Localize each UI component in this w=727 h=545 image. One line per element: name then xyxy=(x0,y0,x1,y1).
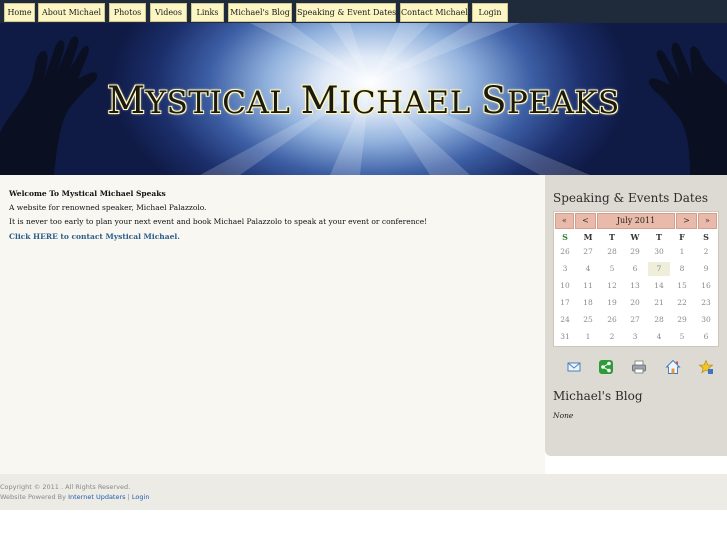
calendar-day[interactable]: 14 xyxy=(648,279,670,293)
calendar-day[interactable]: 22 xyxy=(671,296,693,310)
nav-speaking-event-dates[interactable]: Speaking & Event Dates xyxy=(296,3,396,22)
calendar-day[interactable]: 30 xyxy=(695,313,717,327)
calendar-day[interactable]: 29 xyxy=(624,245,646,259)
nav-about-michael[interactable]: About Michael xyxy=(38,3,105,22)
home-icon[interactable] xyxy=(665,359,681,375)
footer: Copyright © 2011 . All Rights Reserved. … xyxy=(0,474,727,510)
nav-michaels-blog[interactable]: Michael's Blog xyxy=(228,3,292,22)
share-icon[interactable] xyxy=(598,359,614,375)
calendar-day[interactable]: 28 xyxy=(601,245,623,259)
weekday-thu: T xyxy=(656,232,662,242)
prev-month-button[interactable]: < xyxy=(575,213,596,229)
calendar-day[interactable]: 18 xyxy=(577,296,599,310)
calendar-day[interactable]: 8 xyxy=(671,262,693,276)
weekday-fri: F xyxy=(679,232,685,242)
nav-contact-michael[interactable]: Contact Michael xyxy=(400,3,468,22)
calendar-day[interactable]: 3 xyxy=(554,262,576,276)
weekday-wed: W xyxy=(630,232,640,242)
calendar-day[interactable]: 24 xyxy=(554,313,576,327)
nav-links[interactable]: Links xyxy=(191,3,224,22)
calendar-day[interactable]: 23 xyxy=(695,296,717,310)
copyright-text: Copyright © 2011 . All Rights Reserved. xyxy=(0,483,131,491)
calendar-day[interactable]: 2 xyxy=(601,330,623,344)
calendar-day[interactable]: 25 xyxy=(577,313,599,327)
calendar-day[interactable]: 13 xyxy=(624,279,646,293)
calendar-day[interactable]: 27 xyxy=(624,313,646,327)
contact-link[interactable]: Click HERE to contact Mystical Michael. xyxy=(9,232,180,241)
intro-text: A website for renowned speaker, Michael … xyxy=(9,203,207,212)
calendar-day[interactable]: 4 xyxy=(577,262,599,276)
calendar-day[interactable]: 16 xyxy=(695,279,717,293)
calendar-day[interactable]: 6 xyxy=(695,330,717,344)
calendar-day[interactable]: 30 xyxy=(648,245,670,259)
footer-login-link[interactable]: Login xyxy=(132,493,150,501)
weekday-sun: S xyxy=(562,232,568,242)
footer-separator: | xyxy=(127,493,130,501)
calendar-day[interactable]: 11 xyxy=(577,279,599,293)
main-content: Welcome To Mystical Michael Speaks A web… xyxy=(0,175,545,474)
header-banner: MYSTICAL MICHAEL SPEAKS xyxy=(0,23,727,175)
calendar-day[interactable]: 26 xyxy=(554,245,576,259)
calendar-day[interactable]: 28 xyxy=(648,313,670,327)
share-toolbar xyxy=(545,359,727,375)
internet-updaters-link[interactable]: Internet Updaters xyxy=(68,493,125,501)
calendar-day[interactable]: 19 xyxy=(601,296,623,310)
powered-by-label: Website Powered By xyxy=(0,493,66,501)
calendar-day-today[interactable]: 7 xyxy=(648,262,670,276)
nav-photos[interactable]: Photos xyxy=(109,3,146,22)
calendar-day[interactable]: 15 xyxy=(671,279,693,293)
site-title: MYSTICAL MICHAEL SPEAKS xyxy=(107,79,620,122)
sidebar: Speaking & Events Dates « < July 2011 > … xyxy=(545,175,727,456)
calendar-day[interactable]: 20 xyxy=(624,296,646,310)
calendar-day[interactable]: 4 xyxy=(648,330,670,344)
calendar-header: « < July 2011 > » xyxy=(555,213,717,230)
powered-by: Website Powered By Internet Updaters | L… xyxy=(0,493,149,501)
weekday-mon: M xyxy=(583,232,593,242)
welcome-heading: Welcome To Mystical Michael Speaks xyxy=(9,189,166,198)
calendar-day[interactable]: 26 xyxy=(601,313,623,327)
calendar-day[interactable]: 2 xyxy=(695,245,717,259)
top-navigation: Home About Michael Photos Videos Links M… xyxy=(0,0,727,23)
weekday-tue: T xyxy=(609,232,615,242)
event-calendar: « < July 2011 > » S M T W T F S 26 27 28… xyxy=(553,211,719,347)
calendar-day[interactable]: 5 xyxy=(671,330,693,344)
calendar-month-label: July 2011 xyxy=(597,213,675,229)
nav-videos[interactable]: Videos xyxy=(150,3,187,22)
email-icon[interactable] xyxy=(566,359,582,375)
calendar-day[interactable]: 17 xyxy=(554,296,576,310)
calendar-day[interactable]: 27 xyxy=(577,245,599,259)
next-year-button[interactable]: » xyxy=(698,213,717,229)
next-month-button[interactable]: > xyxy=(676,213,697,229)
calendar-day[interactable]: 9 xyxy=(695,262,717,276)
events-heading: Speaking & Events Dates xyxy=(553,191,709,205)
prev-year-button[interactable]: « xyxy=(555,213,574,229)
blog-heading: Michael's Blog xyxy=(553,389,643,403)
calendar-day[interactable]: 1 xyxy=(577,330,599,344)
calendar-day[interactable]: 31 xyxy=(554,330,576,344)
weekday-sat: S xyxy=(703,232,709,242)
calendar-day[interactable]: 6 xyxy=(624,262,646,276)
nav-home[interactable]: Home xyxy=(4,3,35,22)
blog-empty-text: None xyxy=(553,411,574,420)
calendar-day[interactable]: 21 xyxy=(648,296,670,310)
calendar-day[interactable]: 3 xyxy=(624,330,646,344)
booking-text: It is never too early to plan your next … xyxy=(9,217,428,226)
calendar-day[interactable]: 12 xyxy=(601,279,623,293)
nav-login[interactable]: Login xyxy=(472,3,508,22)
calendar-day[interactable]: 29 xyxy=(671,313,693,327)
calendar-day[interactable]: 10 xyxy=(554,279,576,293)
print-icon[interactable] xyxy=(631,359,647,375)
calendar-day[interactable]: 5 xyxy=(601,262,623,276)
favorite-icon[interactable] xyxy=(698,359,714,375)
calendar-day[interactable]: 1 xyxy=(671,245,693,259)
